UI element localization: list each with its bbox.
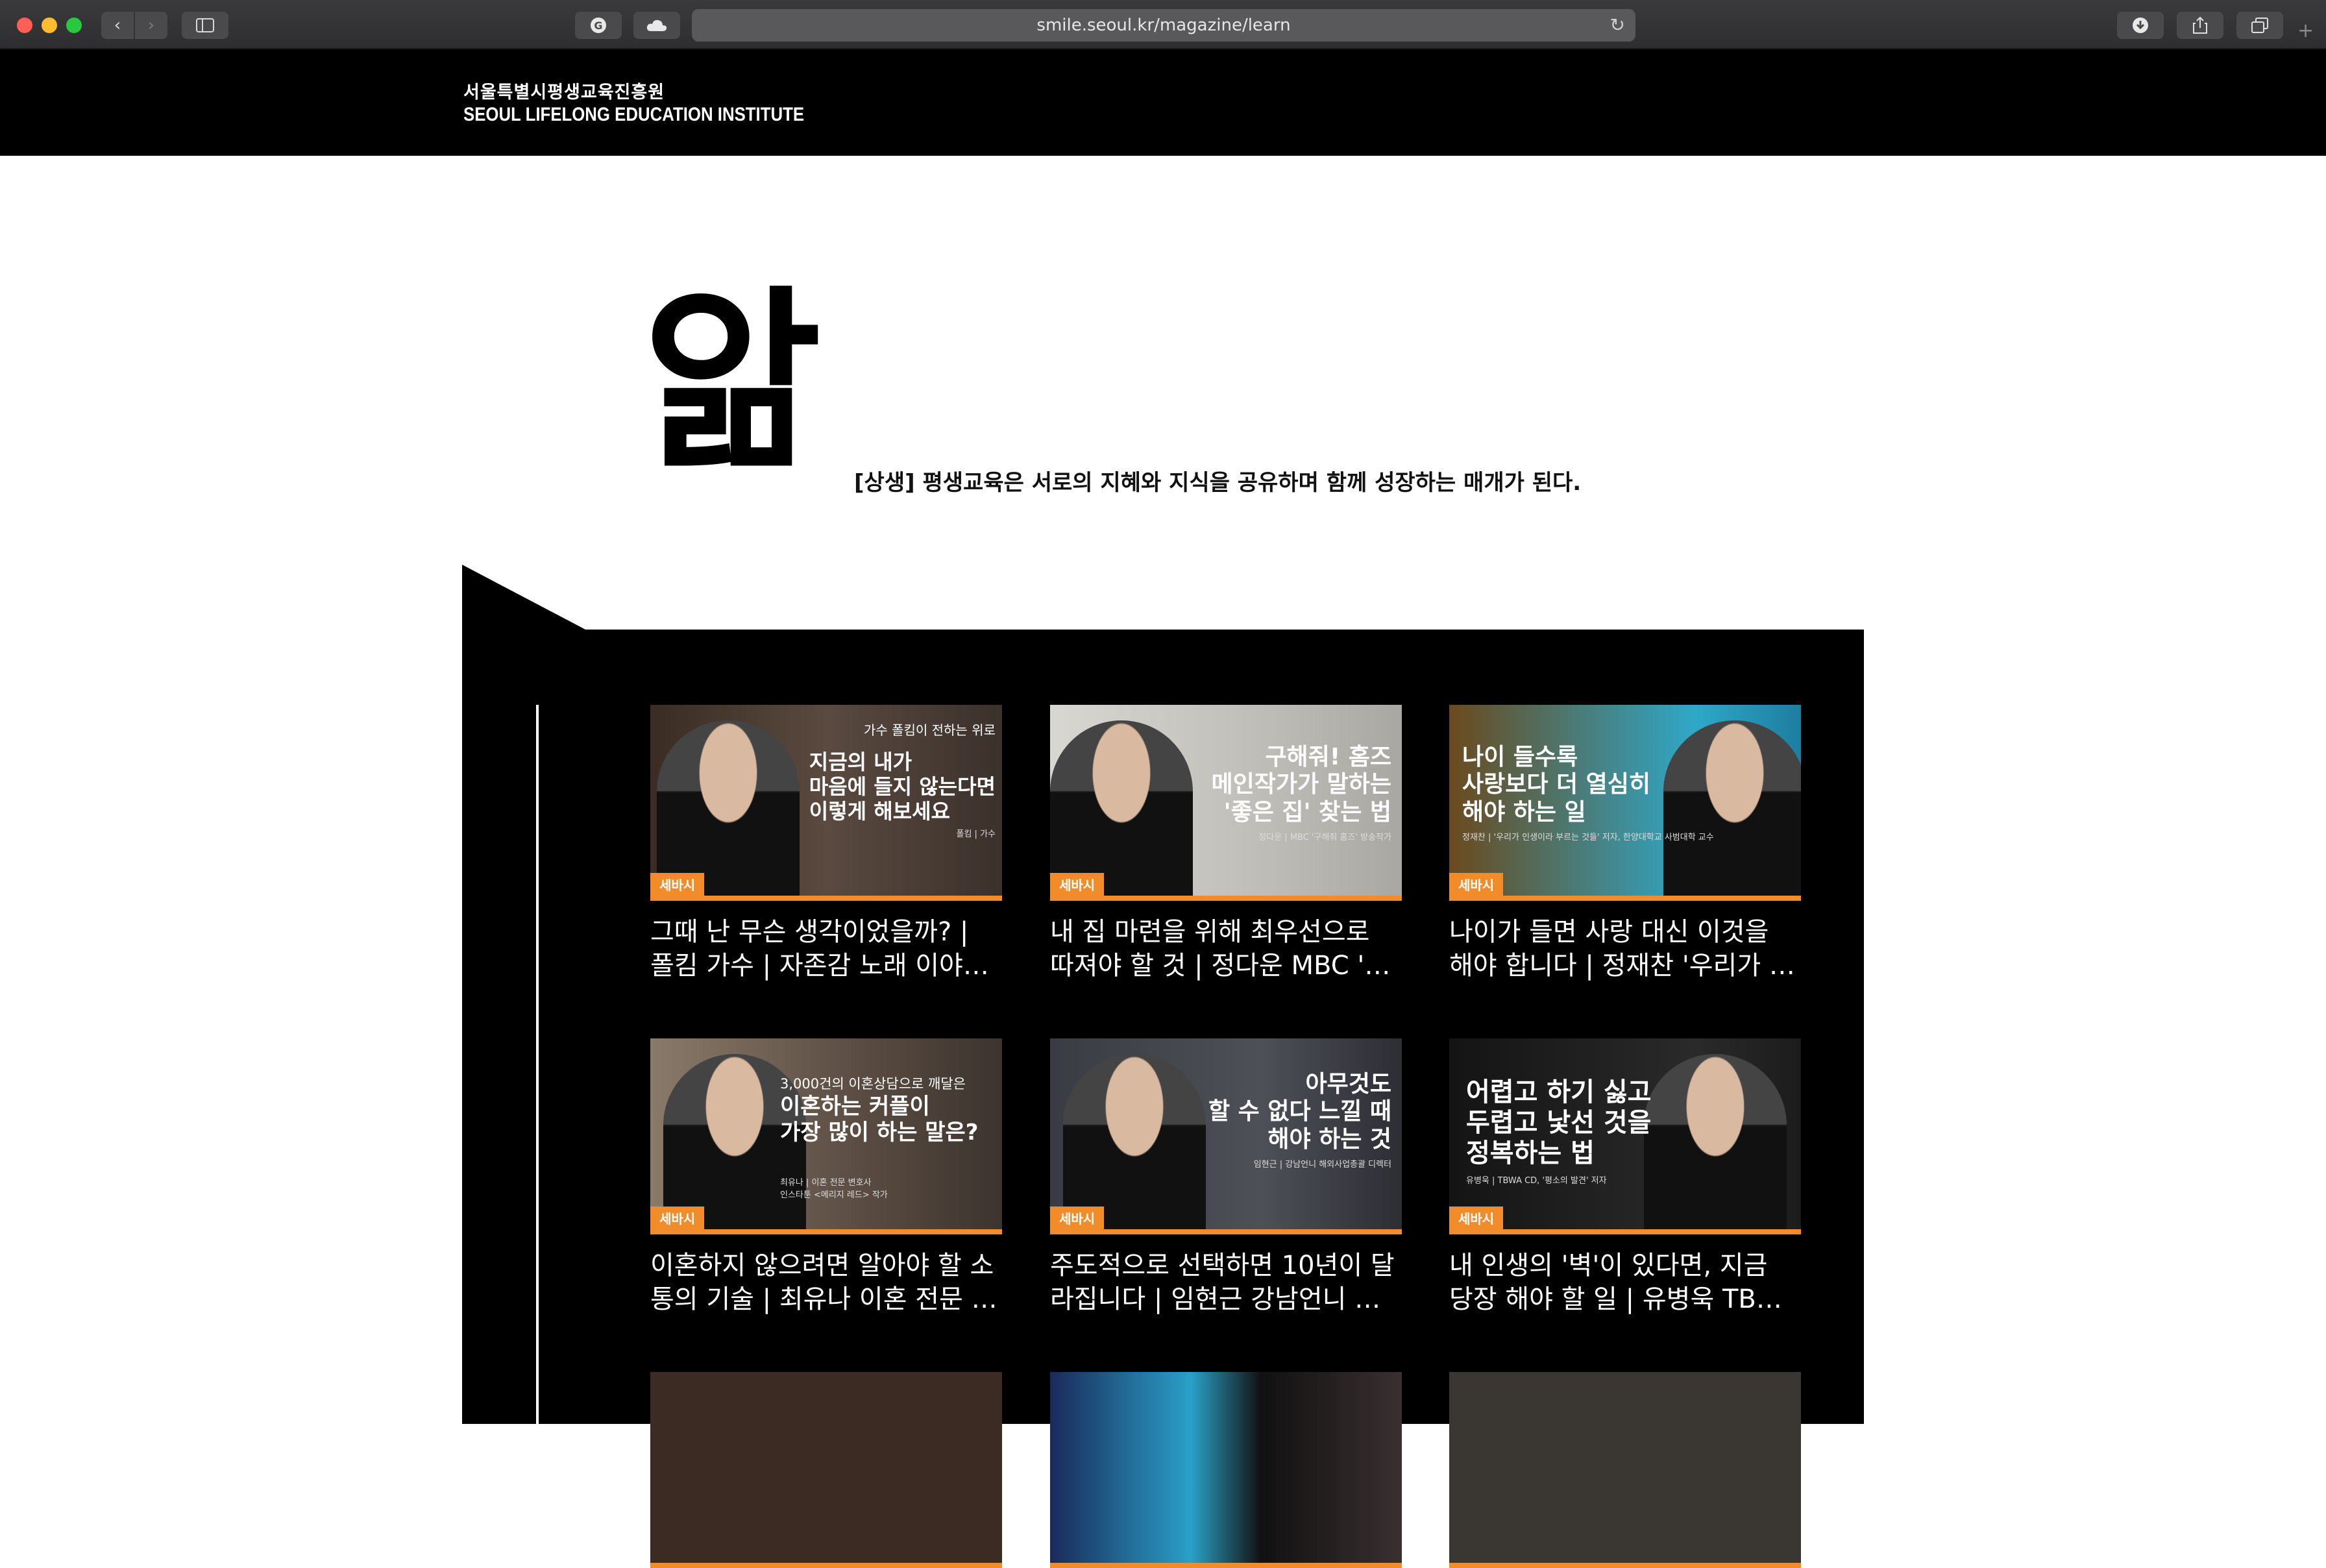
video-title[interactable]: 내 인생의 '벽'이 있다면, 지금 당장 해야 할 일 | 유병욱 TB… [1449,1249,1801,1316]
page-title: 앎 [643,269,822,496]
video-card[interactable]: 구해줘! 홈즈 메인작가가 말하는 '좋은 집' 찾는 법정다운 | MBC '… [1050,705,1402,983]
speaker-image [657,720,800,896]
grammarly-icon: G [591,18,606,33]
channel-badge: 세바시 [650,1207,705,1229]
logo-korean[interactable]: 서울특별시평생교육진흥원 [463,78,665,103]
video-thumbnail[interactable]: 어렵고 하기 싫고 두렵고 낯선 것을 정복하는 법유병욱 | TBWA CD,… [1449,1038,1801,1234]
share-button[interactable] [2177,12,2223,39]
channel-badge: 세바시 [1050,873,1105,896]
tabs-icon [2251,18,2268,33]
video-card[interactable]: 나이 들수록 사랑보다 더 열심히 해야 하는 일정재찬 | '우리가 인생이라… [1449,705,1801,983]
back-button[interactable]: ‹ [101,12,134,39]
video-title[interactable]: 나이가 들면 사랑 대신 이것을 해야 합니다 | 정재찬 '우리가 … [1449,915,1801,983]
logo-english[interactable]: SEOUL LIFELONG EDUCATION INSTITUTE [463,104,804,126]
forward-button[interactable]: › [135,12,167,39]
minimize-window-button[interactable] [42,18,57,33]
video-thumbnail[interactable]: 아무것도 할 수 없다 느낄 때 해야 하는 것임현근 | 강남언니 해외사업총… [1050,1038,1402,1234]
video-thumbnail[interactable]: 나이 들수록 사랑보다 더 열심히 해야 하는 일정재찬 | '우리가 인생이라… [1449,705,1801,901]
panel-divider [536,705,539,1424]
thumbnail-kicker: 가수 폴킴이 전하는 위로 [863,722,996,738]
channel-badge: 세바시 [1050,1207,1105,1229]
video-thumbnail[interactable] [650,1372,1002,1568]
cloud-extension-button[interactable] [633,12,680,39]
video-card[interactable]: 가수 폴킴이 전하는 위로지금의 내가 마음에 들지 않는다면 이렇게 해보세요… [650,705,1002,983]
video-card[interactable]: 3,000건의 이혼상담으로 깨달은이혼하는 커플이 가장 많이 하는 말은? 최… [650,1038,1002,1316]
thumbnail-speaker: 정다운 | MBC '구해줘 홈즈' 방송작가 [1258,833,1391,843]
video-thumbnail[interactable]: 3,000건의 이혼상담으로 깨달은이혼하는 커플이 가장 많이 하는 말은? 최… [650,1038,1002,1234]
thumbnail-speaker: 폴킴 | 가수 [956,829,996,840]
speaker-image [1663,720,1801,896]
close-window-button[interactable] [17,18,32,33]
thumbnail-speaker: 임현근 | 강남언니 해외사업총괄 디렉터 [1253,1160,1391,1170]
speaker-image [1063,1054,1206,1229]
thumbnail-speaker: 최유나 | 이혼 전문 변호사 인스타툰 <메리지 레드> 작가 [780,1177,888,1200]
browser-toolbar: ‹ › G smile.seoul.kr/magazine/learn ↻ + [0,0,2326,49]
cloud-icon [646,19,667,31]
video-thumbnail[interactable]: 가수 폴킴이 전하는 위로지금의 내가 마음에 들지 않는다면 이렇게 해보세요… [650,705,1002,901]
channel-badge: 세바시 [1449,873,1504,896]
download-icon [2133,18,2148,33]
chevron-right-icon: › [147,16,155,35]
channel-badge: 세바시 [650,873,705,896]
thumbnail-speaker: 정재찬 | '우리가 인생이라 부르는 것들' 저자, 한양대학교 사범대학 교… [1462,833,1714,843]
video-card-partial[interactable] [650,1372,1002,1568]
speaker-image [1050,720,1193,896]
thumbnail-headline: 구해줘! 홈즈 메인작가가 말하는 '좋은 집' 찾는 법 [1211,744,1392,826]
thumbnail-headline: 지금의 내가 마음에 들지 않는다면 이렇게 해보세요 [809,750,996,824]
sidebar-toggle-button[interactable] [182,12,228,39]
video-thumbnail[interactable]: 구해줘! 홈즈 메인작가가 말하는 '좋은 집' 찾는 법정다운 | MBC '… [1050,705,1402,901]
video-card[interactable]: 어렵고 하기 싫고 두렵고 낯선 것을 정복하는 법유병욱 | TBWA CD,… [1449,1038,1801,1316]
site-header: 서울특별시평생교육진흥원 SEOUL LIFELONG EDUCATION IN… [0,49,2326,156]
url-text: smile.seoul.kr/magazine/learn [1036,16,1291,35]
thumbnail-headline: 이혼하는 커플이 가장 많이 하는 말은? [780,1094,979,1146]
video-thumbnail[interactable] [1050,1372,1402,1568]
reload-icon[interactable]: ↻ [1610,9,1625,42]
video-card-partial[interactable] [1449,1372,1801,1568]
video-thumbnail[interactable] [1449,1372,1801,1568]
zoom-window-button[interactable] [66,18,82,33]
chevron-left-icon: ‹ [114,16,121,35]
new-tab-icon[interactable]: + [2297,19,2314,42]
thumbnail-speaker: 유병욱 | TBWA CD, '평소의 발견' 저자 [1466,1176,1607,1186]
speaker-image [1644,1054,1787,1229]
thumbnail-headline: 나이 들수록 사랑보다 더 열심히 해야 하는 일 [1462,744,1651,826]
thumbnail-headline: 아무것도 할 수 없다 느낄 때 해야 하는 것 [1208,1071,1391,1153]
video-title[interactable]: 주도적으로 선택하면 10년이 달 라집니다 | 임현근 강남언니 … [1050,1249,1402,1316]
video-title[interactable]: 내 집 마련을 위해 최우선으로 따져야 할 것 | 정다운 MBC '… [1050,915,1402,983]
video-card-partial[interactable] [1050,1372,1402,1568]
svg-text:G: G [594,19,602,32]
address-bar[interactable]: smile.seoul.kr/magazine/learn ↻ [692,9,1635,42]
video-title[interactable]: 이혼하지 않으려면 알아야 할 소 통의 기술 | 최유나 이혼 전문 … [650,1249,1002,1316]
video-card[interactable]: 아무것도 할 수 없다 느낄 때 해야 하는 것임현근 | 강남언니 해외사업총… [1050,1038,1402,1316]
video-title[interactable]: 그때 난 무슨 생각이었을까? | 폴킴 가수 | 자존감 노래 이야… [650,915,1002,983]
channel-badge: 세바시 [1449,1207,1504,1229]
downloads-button[interactable] [2117,12,2164,39]
share-icon [2193,16,2207,34]
page-subtitle: [상생] 평생교육은 서로의 지혜와 지식을 공유하며 함께 성장하는 매개가 … [854,470,1582,496]
thumbnail-kicker: 3,000건의 이혼상담으로 깨달은 [780,1076,966,1092]
grammarly-extension-button[interactable]: G [575,12,622,39]
thumbnail-headline: 어렵고 하기 싫고 두렵고 낯선 것을 정복하는 법 [1466,1077,1652,1169]
tabs-overview-button[interactable] [2236,12,2283,39]
sidebar-icon [196,18,214,32]
